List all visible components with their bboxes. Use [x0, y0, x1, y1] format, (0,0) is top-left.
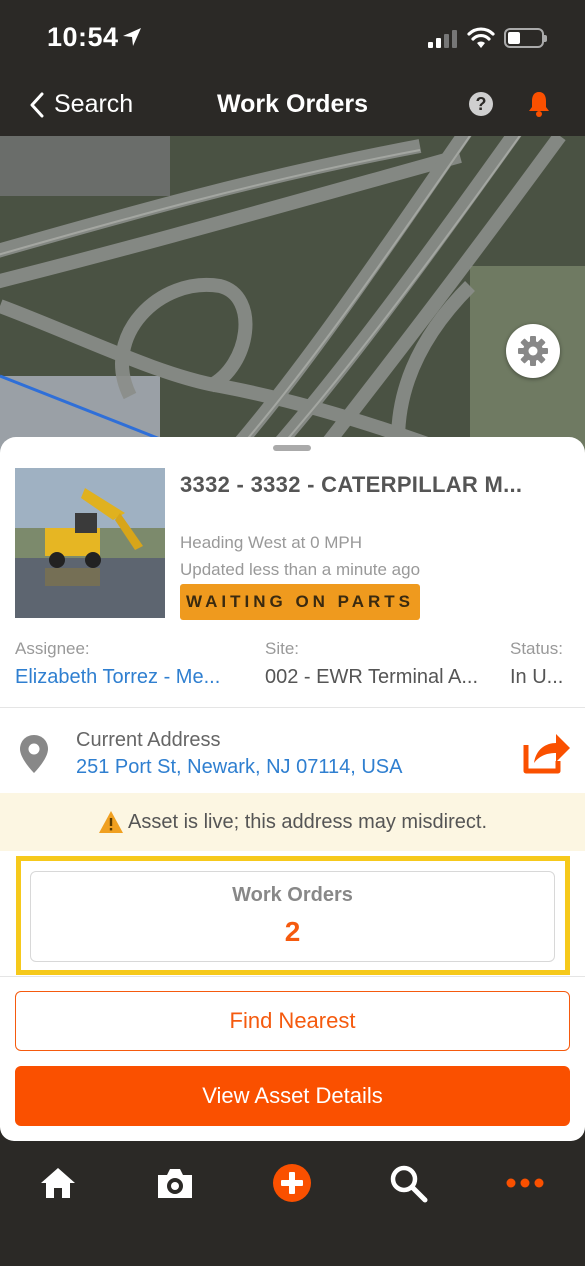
live-asset-warning: Asset is live; this address may misdirec…: [0, 793, 585, 851]
status-bar: 10:54: [0, 0, 585, 76]
work-orders-count: 2: [284, 916, 301, 947]
more-icon: [506, 1178, 544, 1188]
map-roads: [0, 136, 585, 466]
tab-home[interactable]: [36, 1161, 80, 1205]
tab-add[interactable]: [270, 1161, 314, 1205]
back-label: Search: [54, 90, 134, 118]
view-asset-details-button[interactable]: View Asset Details: [15, 1066, 570, 1126]
site-label: Site:: [265, 639, 300, 658]
gear-icon: [518, 336, 548, 366]
asset-photo[interactable]: [15, 468, 165, 618]
status-value: In U...: [510, 666, 564, 688]
status-time: 10:54: [47, 22, 119, 52]
share-icon[interactable]: [522, 731, 572, 775]
status-label: Status:: [510, 639, 563, 658]
cellular-signal-icon: [428, 30, 457, 48]
drag-handle[interactable]: [273, 445, 311, 451]
satellite-map[interactable]: [0, 136, 585, 466]
asset-title: 3332 - 3332 - CATERPILLAR M...: [180, 472, 523, 497]
home-icon: [41, 1168, 75, 1198]
work-orders-label: Work Orders: [232, 884, 353, 906]
work-orders-tile[interactable]: Work Orders 2: [30, 871, 555, 962]
status-badge: WAITING ON PARTS: [180, 584, 421, 620]
bell-icon[interactable]: [527, 90, 551, 118]
find-nearest-button[interactable]: Find Nearest: [15, 991, 570, 1051]
assignee-link[interactable]: Elizabeth Torrez - Me...: [15, 666, 245, 689]
tab-camera[interactable]: [153, 1161, 197, 1205]
map-settings-button[interactable]: [506, 324, 560, 378]
address-link[interactable]: 251 Port St, Newark, NJ 07114, USA: [76, 756, 402, 779]
warning-icon: [99, 811, 123, 833]
back-button[interactable]: Search: [30, 90, 133, 119]
warning-text: Asset is live; this address may misdirec…: [128, 810, 487, 833]
tab-more[interactable]: [503, 1161, 547, 1205]
wifi-icon: [467, 27, 495, 48]
add-icon: [273, 1164, 311, 1202]
address-label: Current Address: [76, 729, 221, 751]
nav-bar: Search Work Orders ?: [0, 76, 585, 136]
tab-bar: [0, 1141, 585, 1266]
divider: [0, 976, 585, 977]
map-pin-icon: [20, 735, 48, 773]
site-value: 002 - EWR Terminal A...: [265, 666, 479, 688]
asset-updated: Updated less than a minute ago: [180, 560, 421, 579]
search-icon: [390, 1165, 428, 1203]
asset-card: 3332 - 3332 - CATERPILLAR M... Heading W…: [0, 437, 585, 1141]
chevron-left-icon: [30, 92, 44, 117]
tab-search[interactable]: [386, 1161, 430, 1205]
asset-heading: Heading West at 0 MPH: [180, 533, 363, 552]
divider: [0, 707, 585, 708]
camera-icon: [158, 1169, 192, 1198]
help-icon[interactable]: ?: [469, 92, 493, 116]
location-arrow-icon: [123, 28, 141, 46]
assignee-label: Assignee:: [15, 639, 90, 658]
battery-icon: [504, 28, 547, 48]
